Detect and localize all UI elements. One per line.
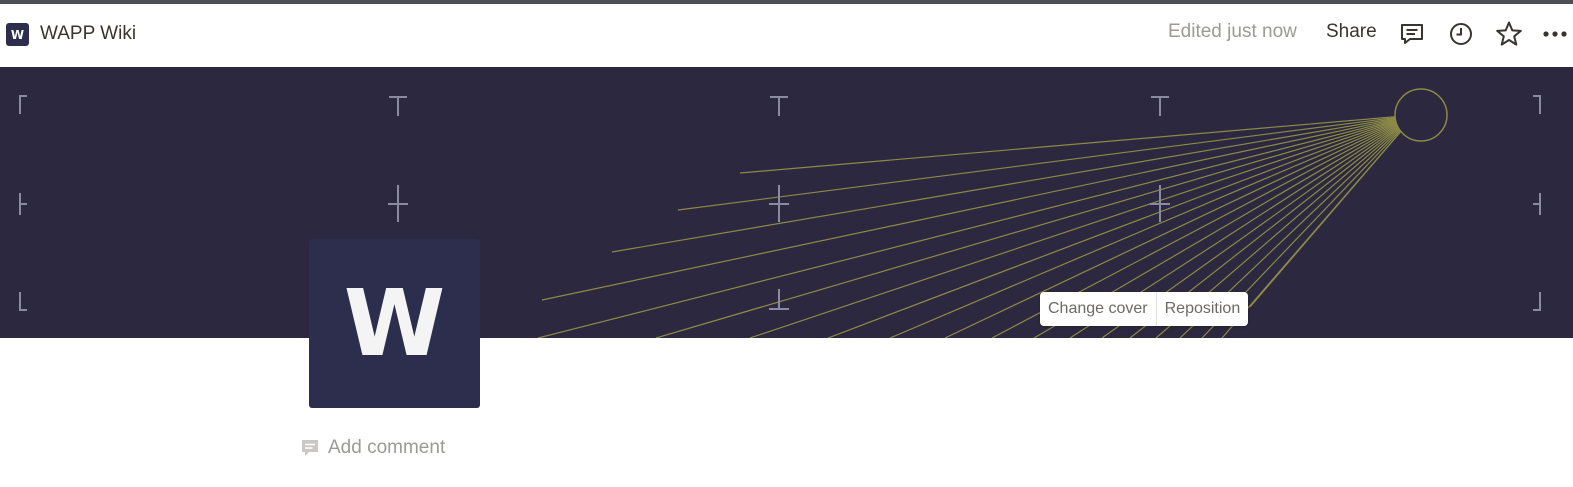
cover-tee-mark <box>770 96 788 116</box>
cover-ray <box>611 114 1416 253</box>
cover-actions-menu: Change cover Reposition <box>1040 292 1249 326</box>
more-options-icon[interactable] <box>1542 20 1573 48</box>
favorite-star-icon[interactable] <box>1495 20 1523 48</box>
share-button[interactable]: Share <box>1326 21 1377 43</box>
cover-ray <box>541 114 1416 301</box>
cover-edge-mark <box>19 193 27 215</box>
cover-corner-mark <box>19 292 27 311</box>
cover-cross-mark <box>1150 185 1170 222</box>
reposition-button[interactable]: Reposition <box>1157 292 1249 326</box>
page-topbar: W WAPP Wiki Edited just now Share <box>0 4 1573 66</box>
cover-edge-mark <box>1533 193 1541 215</box>
cover-tee-mark <box>389 96 407 116</box>
cover-ray <box>537 114 1416 338</box>
cover-ray <box>1249 114 1416 308</box>
cover-ray <box>655 114 1416 338</box>
history-icon[interactable] <box>1447 20 1475 48</box>
cover-tee-mark <box>769 289 789 310</box>
change-cover-button[interactable]: Change cover <box>1040 292 1156 326</box>
comments-icon[interactable] <box>1398 20 1426 48</box>
page-cover-image[interactable] <box>0 67 1573 338</box>
cover-cross-mark <box>769 185 789 222</box>
comment-bubble-icon <box>302 440 318 456</box>
cover-artwork <box>19 88 1541 338</box>
cover-corner-mark <box>1533 95 1541 114</box>
edited-status: Edited just now <box>1168 21 1297 42</box>
cover-tee-mark <box>1151 96 1169 116</box>
breadcrumb-page-title[interactable]: WAPP Wiki <box>40 23 136 45</box>
page-icon[interactable]: W <box>309 239 480 408</box>
cover-sun-circle <box>1394 88 1448 142</box>
add-comment-button[interactable]: Add comment <box>300 437 445 459</box>
cover-cross-mark <box>388 185 408 222</box>
workspace-logo[interactable]: W <box>6 23 29 46</box>
cover-corner-mark <box>1533 292 1541 311</box>
add-comment-label: Add comment <box>328 437 446 458</box>
cover-corner-mark <box>19 95 27 114</box>
cover-ray <box>739 114 1416 174</box>
